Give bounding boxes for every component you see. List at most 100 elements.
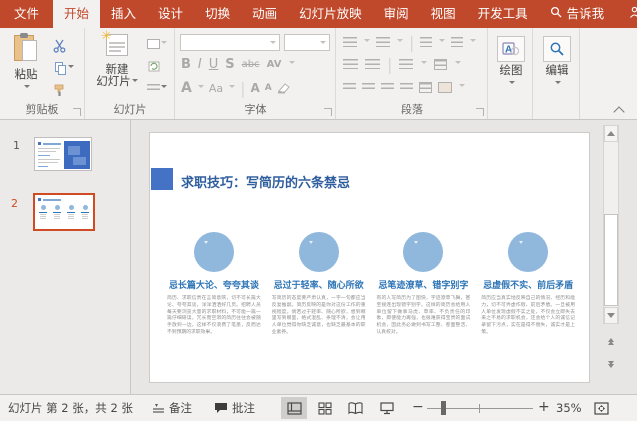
format-painter-button[interactable] <box>50 81 70 99</box>
section-button[interactable] <box>144 79 170 97</box>
cut-button[interactable] <box>50 37 70 55</box>
vertical-scrollbar[interactable] <box>603 125 619 324</box>
font-size-dropdown-icon[interactable] <box>320 41 326 47</box>
new-slide-dropdown-icon[interactable] <box>132 79 138 85</box>
tell-me-box[interactable]: 告诉我 <box>539 0 616 28</box>
clipboard-dialog-launcher-icon[interactable] <box>73 108 81 116</box>
italic-button[interactable]: I <box>198 57 202 72</box>
character-spacing-button[interactable]: AV <box>267 59 282 70</box>
strikethrough-button[interactable]: abc <box>242 59 260 70</box>
bullets-dropdown-icon[interactable] <box>364 39 370 45</box>
share-button[interactable]: 共享 <box>615 0 637 28</box>
font-size-combobox[interactable] <box>284 34 330 51</box>
shrink-font-button[interactable]: A <box>265 83 272 93</box>
font-name-dropdown-icon[interactable] <box>270 41 276 47</box>
drawing-button[interactable]: A 绘图 <box>494 36 528 90</box>
decrease-indent-icon[interactable] <box>343 59 358 69</box>
tab-transitions[interactable]: 切换 <box>194 0 241 28</box>
slide-indicator[interactable]: 幻灯片 第 2 张，共 2 张 <box>8 395 133 421</box>
font-buttons-row2: A Aa | A A <box>181 78 291 98</box>
tab-slideshow[interactable]: 幻灯片放映 <box>288 0 373 28</box>
normal-view-button[interactable] <box>281 397 307 419</box>
text-shadow-button[interactable]: S <box>225 57 234 72</box>
change-case-button[interactable]: Aa <box>209 82 223 95</box>
columns-icon[interactable] <box>399 59 413 69</box>
tab-view[interactable]: 视图 <box>420 0 467 28</box>
zoom-out-button[interactable]: − <box>412 399 424 415</box>
reading-view-button[interactable] <box>342 397 368 419</box>
line-spacing-icon[interactable] <box>420 37 432 47</box>
layout-button[interactable] <box>144 35 170 53</box>
align-right-icon[interactable] <box>381 83 394 92</box>
paragraph-dialog-launcher-icon[interactable] <box>476 108 484 116</box>
smartart-icon[interactable] <box>438 82 452 93</box>
zoom-level[interactable]: 35% <box>556 395 582 421</box>
change-case-dropdown-icon[interactable] <box>229 85 235 91</box>
columns-dropdown-icon[interactable] <box>421 61 427 67</box>
scrollbar-thumb[interactable] <box>604 214 618 306</box>
tab-home[interactable]: 开始 <box>53 0 100 28</box>
paste-button[interactable]: 粘贴 <box>7 33 45 94</box>
text-direction-icon[interactable] <box>451 37 463 47</box>
font-dialog-launcher-icon[interactable] <box>324 108 332 116</box>
paste-dropdown-icon[interactable] <box>24 85 30 91</box>
drawing-dropdown-icon[interactable] <box>509 81 515 87</box>
column-2[interactable]: 忌过于轻率、随心所欲 写简历的态度要严肃认真，一字一句都应当反复推敲。简历反映的… <box>270 232 368 337</box>
grow-font-button[interactable]: A <box>251 81 260 95</box>
smartart-dropdown-icon[interactable] <box>459 84 465 90</box>
editing-dropdown-icon[interactable] <box>555 81 561 87</box>
align-text-icon[interactable] <box>434 59 447 70</box>
align-center-icon[interactable] <box>362 83 375 92</box>
slide-sorter-view-button[interactable] <box>312 397 338 419</box>
column-1[interactable]: 忌长篇大论、夸夸其谈 简历、求职信贵在言简意赅，切不可长篇大论、夸夸其谈，洋洋洒… <box>165 232 263 337</box>
bullets-icon[interactable] <box>343 37 357 47</box>
tab-insert[interactable]: 插入 <box>100 0 147 28</box>
slideshow-view-button[interactable] <box>374 397 400 419</box>
new-slide-button[interactable]: ✳ 新建 幻灯片 <box>94 32 140 87</box>
numbering-dropdown-icon[interactable] <box>397 39 403 45</box>
zoom-in-button[interactable]: + <box>538 399 550 415</box>
section-dropdown-icon[interactable] <box>161 85 167 91</box>
align-left-icon[interactable] <box>343 83 356 92</box>
scroll-up-button[interactable] <box>604 125 618 142</box>
line-spacing-dropdown-icon[interactable] <box>439 39 445 45</box>
justify-icon[interactable] <box>400 83 413 92</box>
column-4[interactable]: 忌虚假不实、前后矛盾 简历应当真实地反映自己的情况、经历和能力，切不可弄虚作假、… <box>479 232 577 337</box>
zoom-slider-thumb[interactable] <box>441 401 446 415</box>
reset-slide-button[interactable] <box>144 57 164 75</box>
slide-canvas[interactable]: 求职技巧：写简历的六条禁忌 忌长篇大论、夸夸其谈 简历、求职信贵在言简意赅，切不… <box>149 132 590 383</box>
copy-dropdown-icon[interactable] <box>68 65 74 71</box>
font-color-button[interactable]: A <box>181 80 192 96</box>
column-3[interactable]: 忌笔迹潦草、错字别字 有的人写简历为了图快，字迹潦草飞舞，甚至接连出现错字别字。… <box>375 232 473 337</box>
underline-button[interactable]: U <box>209 57 219 72</box>
increase-indent-icon[interactable] <box>365 59 380 69</box>
tab-design[interactable]: 设计 <box>147 0 194 28</box>
font-name-combobox[interactable] <box>180 34 280 51</box>
tab-review[interactable]: 审阅 <box>373 0 420 28</box>
comments-button[interactable]: 批注 <box>214 395 255 421</box>
scroll-down-button[interactable] <box>604 307 618 324</box>
editing-button[interactable]: 编辑 <box>540 36 574 90</box>
tab-file[interactable]: 文件 <box>0 0 53 28</box>
text-direction-dropdown-icon[interactable] <box>470 39 476 45</box>
next-slide-button[interactable] <box>604 358 617 374</box>
copy-button[interactable] <box>50 59 78 77</box>
distribute-icon[interactable] <box>419 82 432 93</box>
collapse-ribbon-icon[interactable] <box>615 107 625 113</box>
font-color-dropdown-icon[interactable] <box>198 85 204 91</box>
previous-slide-button[interactable] <box>604 332 617 348</box>
bold-button[interactable]: B <box>181 57 191 72</box>
layout-dropdown-icon[interactable] <box>161 41 167 47</box>
char-spacing-dropdown-icon[interactable] <box>289 61 295 67</box>
notes-button[interactable]: 备注 <box>152 395 192 421</box>
slide-title[interactable]: 求职技巧：写简历的六条禁忌 <box>181 172 350 191</box>
slide-2-thumbnail[interactable] <box>33 193 95 231</box>
tab-developer[interactable]: 开发工具 <box>467 0 539 28</box>
numbering-icon[interactable] <box>376 37 390 47</box>
fit-to-window-button[interactable] <box>588 397 614 419</box>
align-text-dropdown-icon[interactable] <box>455 61 461 67</box>
tab-animations[interactable]: 动画 <box>241 0 288 28</box>
team-icon <box>508 232 548 272</box>
slide-1-thumbnail[interactable] <box>34 137 92 171</box>
clear-formatting-icon[interactable] <box>277 82 291 94</box>
